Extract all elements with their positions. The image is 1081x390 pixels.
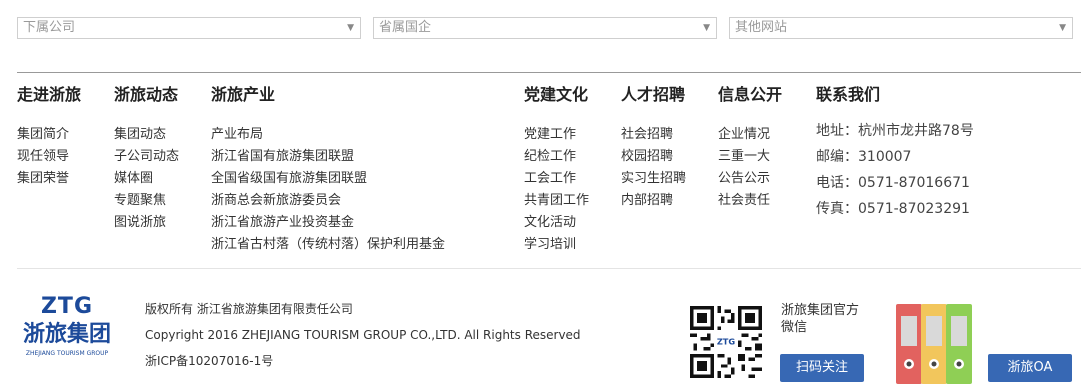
contact-postcode: 邮编：310007 bbox=[816, 149, 912, 165]
subsidiary-select[interactable]: 下属公司 ▼ bbox=[17, 17, 361, 39]
logo-cn: 浙旅集团 bbox=[22, 321, 111, 347]
logo-en: ZHEJIANG TOURISM GROUP bbox=[25, 350, 109, 357]
wechat-caption-line2: 微信 bbox=[781, 320, 808, 335]
binders-icon[interactable] bbox=[896, 304, 972, 384]
contact-fax: 传真：0571-87023291 bbox=[816, 201, 970, 217]
chevron-down-icon: ▼ bbox=[1059, 23, 1066, 33]
nav-column-industry: 浙旅产业 产业布局 浙江省国有旅游集团联盟 全国省级国有旅游集团联盟 浙商总会新… bbox=[211, 84, 445, 256]
nav-link[interactable]: 浙江省国有旅游集团联盟 bbox=[211, 146, 445, 168]
nav-link[interactable]: 社会招聘 bbox=[621, 124, 686, 146]
divider-bottom bbox=[17, 268, 1081, 269]
other-sites-select-value: 其他网站 bbox=[735, 20, 788, 35]
nav-heading-about[interactable]: 走进浙旅 bbox=[17, 84, 81, 106]
nav-link[interactable]: 工会工作 bbox=[524, 168, 589, 190]
nav-link[interactable]: 企业情况 bbox=[718, 124, 782, 146]
other-sites-select[interactable]: 其他网站 ▼ bbox=[729, 17, 1073, 39]
copyright-line: Copyright 2016 ZHEJIANG TOURISM GROUP CO… bbox=[145, 328, 581, 342]
nav-heading-contact[interactable]: 联系我们 bbox=[816, 84, 974, 106]
copyright-block: 版权所有 浙江省旅游集团有限责任公司 Copyright 2016 ZHEJIA… bbox=[145, 296, 581, 374]
nav-heading-careers[interactable]: 人才招聘 bbox=[621, 84, 686, 106]
nav-link[interactable]: 图说浙旅 bbox=[114, 212, 179, 234]
nav-link[interactable]: 社会责任 bbox=[718, 190, 782, 212]
nav-link[interactable]: 校园招聘 bbox=[621, 146, 686, 168]
nav-link[interactable]: 集团荣誉 bbox=[17, 168, 81, 190]
wechat-qr-code: ZTG bbox=[690, 306, 762, 378]
nav-column-contact: 联系我们 地址：杭州市龙井路78号 邮编：310007 电话：0571-8701… bbox=[816, 84, 974, 222]
nav-column-party: 党建文化 党建工作 纪检工作 工会工作 共青团工作 文化活动 学习培训 bbox=[524, 84, 589, 256]
chevron-down-icon: ▼ bbox=[347, 23, 354, 33]
contact-phone: 电话：0571-87016671 bbox=[816, 175, 970, 191]
nav-link[interactable]: 产业布局 bbox=[211, 124, 445, 146]
icp-record[interactable]: 浙ICP备10207016-1号 bbox=[145, 348, 581, 374]
nav-link[interactable]: 集团动态 bbox=[114, 124, 179, 146]
nav-link[interactable]: 媒体圈 bbox=[114, 168, 179, 190]
nav-column-careers: 人才招聘 社会招聘 校园招聘 实习生招聘 内部招聘 bbox=[621, 84, 686, 212]
nav-link[interactable]: 党建工作 bbox=[524, 124, 589, 146]
nav-column-disclosure: 信息公开 企业情况 三重一大 公告公示 社会责任 bbox=[718, 84, 782, 212]
nav-heading-industry[interactable]: 浙旅产业 bbox=[211, 84, 445, 106]
nav-column-news: 浙旅动态 集团动态 子公司动态 媒体圈 专题聚焦 图说浙旅 bbox=[114, 84, 179, 234]
ztg-logo: ZTG 浙旅集团 ZHEJIANG TOURISM GROUP bbox=[17, 296, 117, 360]
wechat-caption: 浙旅集团官方 微信 bbox=[781, 302, 881, 336]
nav-link[interactable]: 专题聚焦 bbox=[114, 190, 179, 212]
scan-follow-button[interactable]: 扫码关注 bbox=[780, 354, 864, 382]
nav-link[interactable]: 实习生招聘 bbox=[621, 168, 686, 190]
nav-link[interactable]: 学习培训 bbox=[524, 234, 589, 256]
nav-link[interactable]: 现任领导 bbox=[17, 146, 81, 168]
nav-link[interactable]: 三重一大 bbox=[718, 146, 782, 168]
nav-link[interactable]: 共青团工作 bbox=[524, 190, 589, 212]
nav-heading-news[interactable]: 浙旅动态 bbox=[114, 84, 179, 106]
contact-address: 地址：杭州市龙井路78号 bbox=[816, 123, 974, 139]
provincial-soe-select[interactable]: 省属国企 ▼ bbox=[373, 17, 717, 39]
nav-link[interactable]: 集团简介 bbox=[17, 124, 81, 146]
provincial-soe-select-value: 省属国企 bbox=[379, 20, 432, 35]
nav-heading-disclosure[interactable]: 信息公开 bbox=[718, 84, 782, 106]
divider-top bbox=[17, 72, 1081, 73]
logo-brand: ZTG bbox=[40, 294, 94, 319]
nav-link[interactable]: 浙商总会新旅游委员会 bbox=[211, 190, 445, 212]
nav-link[interactable]: 全国省级国有旅游集团联盟 bbox=[211, 168, 445, 190]
nav-link[interactable]: 文化活动 bbox=[524, 212, 589, 234]
wechat-caption-line1: 浙旅集团官方 bbox=[781, 303, 860, 318]
svg-text:ZTG: ZTG bbox=[717, 337, 736, 347]
nav-link[interactable]: 公告公示 bbox=[718, 168, 782, 190]
nav-link[interactable]: 浙江省旅游产业投资基金 bbox=[211, 212, 445, 234]
chevron-down-icon: ▼ bbox=[703, 23, 710, 33]
nav-link[interactable]: 纪检工作 bbox=[524, 146, 589, 168]
nav-link[interactable]: 子公司动态 bbox=[114, 146, 179, 168]
copyright-owner: 版权所有 浙江省旅游集团有限责任公司 bbox=[145, 302, 353, 316]
nav-heading-party[interactable]: 党建文化 bbox=[524, 84, 589, 106]
nav-link[interactable]: 浙江省古村落（传统村落）保护利用基金 bbox=[211, 234, 445, 256]
nav-column-about: 走进浙旅 集团简介 现任领导 集团荣誉 bbox=[17, 84, 81, 190]
nav-link[interactable]: 内部招聘 bbox=[621, 190, 686, 212]
subsidiary-select-value: 下属公司 bbox=[23, 20, 76, 35]
oa-button[interactable]: 浙旅OA bbox=[988, 354, 1072, 382]
